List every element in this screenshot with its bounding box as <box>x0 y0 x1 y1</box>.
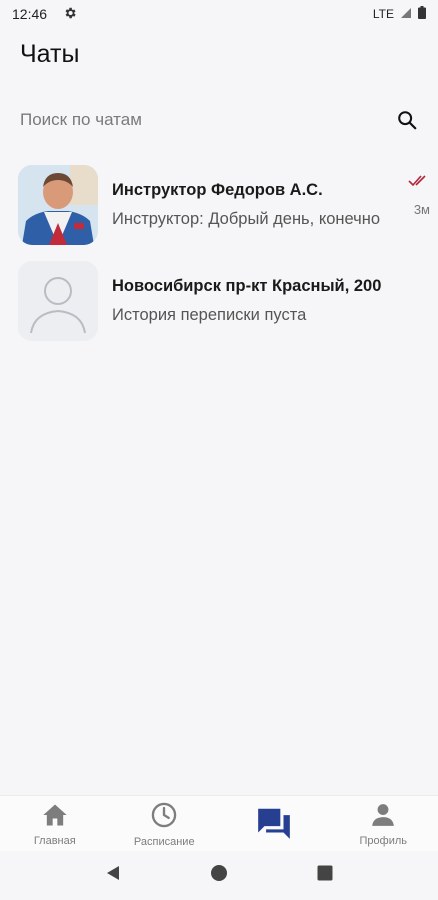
chat-name: Новосибирск пр-кт Красный, 200 <box>112 277 382 295</box>
status-bar: 12:46 LTE <box>0 0 438 28</box>
chat-preview: История переписки пуста <box>112 306 307 324</box>
nav-label: Профиль <box>359 834 408 847</box>
nav-label: Главная <box>33 834 76 847</box>
network-label: LTE <box>372 7 394 21</box>
recents-square-icon[interactable] <box>316 864 334 887</box>
battery-icon <box>418 6 426 22</box>
page-title: Чаты <box>20 40 80 68</box>
settings-gear-icon <box>63 6 77 23</box>
avatar <box>18 165 98 245</box>
nav-item-profile[interactable]: Профиль <box>329 796 438 852</box>
clock-icon <box>150 801 178 832</box>
chat-icon <box>255 805 293 844</box>
nav-item-chats[interactable] <box>219 796 329 852</box>
chat-name: Инструктор Федоров А.С. <box>112 181 323 199</box>
chat-preview: Инструктор: Добрый день, конечно <box>112 210 381 228</box>
home-circle-icon[interactable] <box>210 864 228 887</box>
read-checkmarks-icon <box>400 175 430 190</box>
search-bar <box>0 96 438 144</box>
system-navigation-bar <box>0 851 438 900</box>
back-icon[interactable] <box>104 864 122 887</box>
status-time: 12:46 <box>12 6 48 22</box>
person-icon <box>370 802 396 831</box>
nav-item-schedule[interactable]: Расписание <box>110 796 220 852</box>
search-icon[interactable] <box>394 107 420 133</box>
search-input[interactable] <box>18 109 394 131</box>
home-icon <box>41 802 69 831</box>
bottom-navigation: Главная Расписание Профиль <box>0 795 438 852</box>
chat-list-item[interactable]: Новосибирск пр-кт Красный, 200 История п… <box>0 253 438 349</box>
chat-time: 3м <box>413 202 430 217</box>
chat-list-item[interactable]: Инструктор Федоров А.С. Инструктор: Добр… <box>0 157 438 253</box>
signal-icon <box>400 7 412 22</box>
nav-item-home[interactable]: Главная <box>0 796 110 852</box>
nav-label: Расписание <box>133 835 195 848</box>
avatar-placeholder-icon <box>18 261 98 341</box>
